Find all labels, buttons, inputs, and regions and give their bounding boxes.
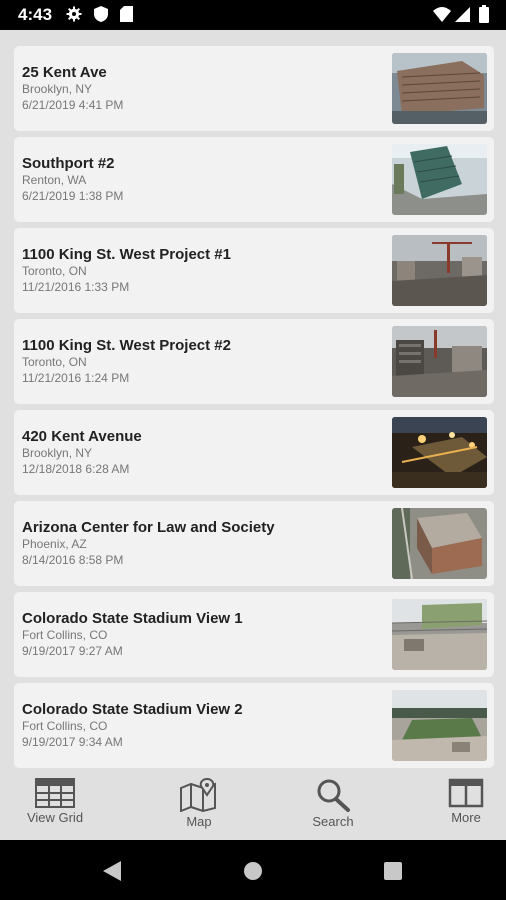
project-card[interactable]: 25 Kent Ave Brooklyn, NY 6/21/2019 4:41 …: [14, 46, 494, 131]
project-date: 11/21/2016 1:24 PM: [22, 371, 130, 385]
project-location: Brooklyn, NY: [22, 82, 93, 96]
project-card[interactable]: Colorado State Stadium View 1 Fort Colli…: [14, 592, 494, 677]
project-location: Toronto, ON: [22, 355, 87, 369]
search-icon: [317, 779, 350, 812]
project-card[interactable]: 1100 King St. West Project #1 Toronto, O…: [14, 228, 494, 313]
project-card[interactable]: 1100 King St. West Project #2 Toronto, O…: [14, 319, 494, 404]
wifi-icon: [433, 7, 451, 27]
project-title: 1100 King St. West Project #2: [22, 337, 231, 354]
project-card[interactable]: Colorado State Stadium View 2 Fort Colli…: [14, 683, 494, 768]
project-card[interactable]: 420 Kent Avenue Brooklyn, NY 12/18/2018 …: [14, 410, 494, 495]
project-title: 1100 King St. West Project #1: [22, 246, 231, 263]
back-icon[interactable]: [102, 860, 122, 887]
project-thumbnail[interactable]: [392, 53, 487, 124]
project-title: 25 Kent Ave: [22, 64, 107, 81]
project-date: 6/21/2019 4:41 PM: [22, 98, 124, 112]
tab-map-label: Map: [186, 814, 212, 829]
tab-more[interactable]: More: [421, 774, 506, 840]
sd-card-icon: [120, 6, 133, 27]
shield-icon: [94, 6, 108, 27]
grid-icon: [35, 778, 75, 808]
project-title: Colorado State Stadium View 1: [22, 610, 243, 627]
project-thumbnail[interactable]: [392, 417, 487, 488]
project-title: Colorado State Stadium View 2: [22, 701, 243, 718]
project-thumbnail[interactable]: [392, 144, 487, 215]
bottom-tab-bar: View Grid Map Search More: [0, 774, 506, 840]
project-thumbnail[interactable]: [392, 508, 487, 579]
project-date: 9/19/2017 9:34 AM: [22, 735, 123, 749]
project-date: 12/18/2018 6:28 AM: [22, 462, 130, 476]
project-title: 420 Kent Avenue: [22, 428, 142, 445]
project-location: Toronto, ON: [22, 264, 87, 278]
battery-icon: [479, 5, 489, 28]
project-location: Renton, WA: [22, 173, 87, 187]
project-date: 9/19/2017 9:27 AM: [22, 644, 123, 658]
project-title: Southport #2: [22, 155, 115, 172]
status-time: 4:43: [18, 5, 53, 24]
tab-more-label: More: [451, 810, 481, 825]
project-card[interactable]: Arizona Center for Law and Society Phoen…: [14, 501, 494, 586]
tab-search-label: Search: [312, 814, 354, 829]
project-thumbnail[interactable]: [392, 690, 487, 761]
project-thumbnail[interactable]: [392, 235, 487, 306]
project-list[interactable]: 25 Kent Ave Brooklyn, NY 6/21/2019 4:41 …: [0, 30, 506, 774]
system-nav-bar: [0, 840, 506, 900]
tab-map[interactable]: Map: [154, 774, 244, 840]
project-card[interactable]: Southport #2 Renton, WA 6/21/2019 1:38 P…: [14, 137, 494, 222]
recents-icon[interactable]: [384, 862, 402, 885]
signal-icon: [455, 7, 470, 27]
project-location: Fort Collins, CO: [22, 719, 108, 733]
project-location: Phoenix, AZ: [22, 537, 87, 551]
status-bar: 4:43: [0, 0, 506, 30]
tab-search[interactable]: Search: [288, 774, 378, 840]
project-location: Brooklyn, NY: [22, 446, 93, 460]
project-thumbnail[interactable]: [392, 326, 487, 397]
project-date: 11/21/2016 1:33 PM: [22, 280, 130, 294]
project-date: 6/21/2019 1:38 PM: [22, 189, 124, 203]
more-icon: [448, 778, 484, 808]
project-location: Fort Collins, CO: [22, 628, 108, 642]
map-icon: [180, 778, 216, 812]
tab-view-grid-label: View Grid: [26, 810, 84, 825]
home-icon[interactable]: [243, 861, 263, 886]
project-title: Arizona Center for Law and Society: [22, 519, 275, 536]
gear-icon: [66, 6, 82, 27]
tab-view-grid[interactable]: View Grid: [10, 774, 100, 840]
project-thumbnail[interactable]: [392, 599, 487, 670]
project-date: 8/14/2016 8:58 PM: [22, 553, 124, 567]
